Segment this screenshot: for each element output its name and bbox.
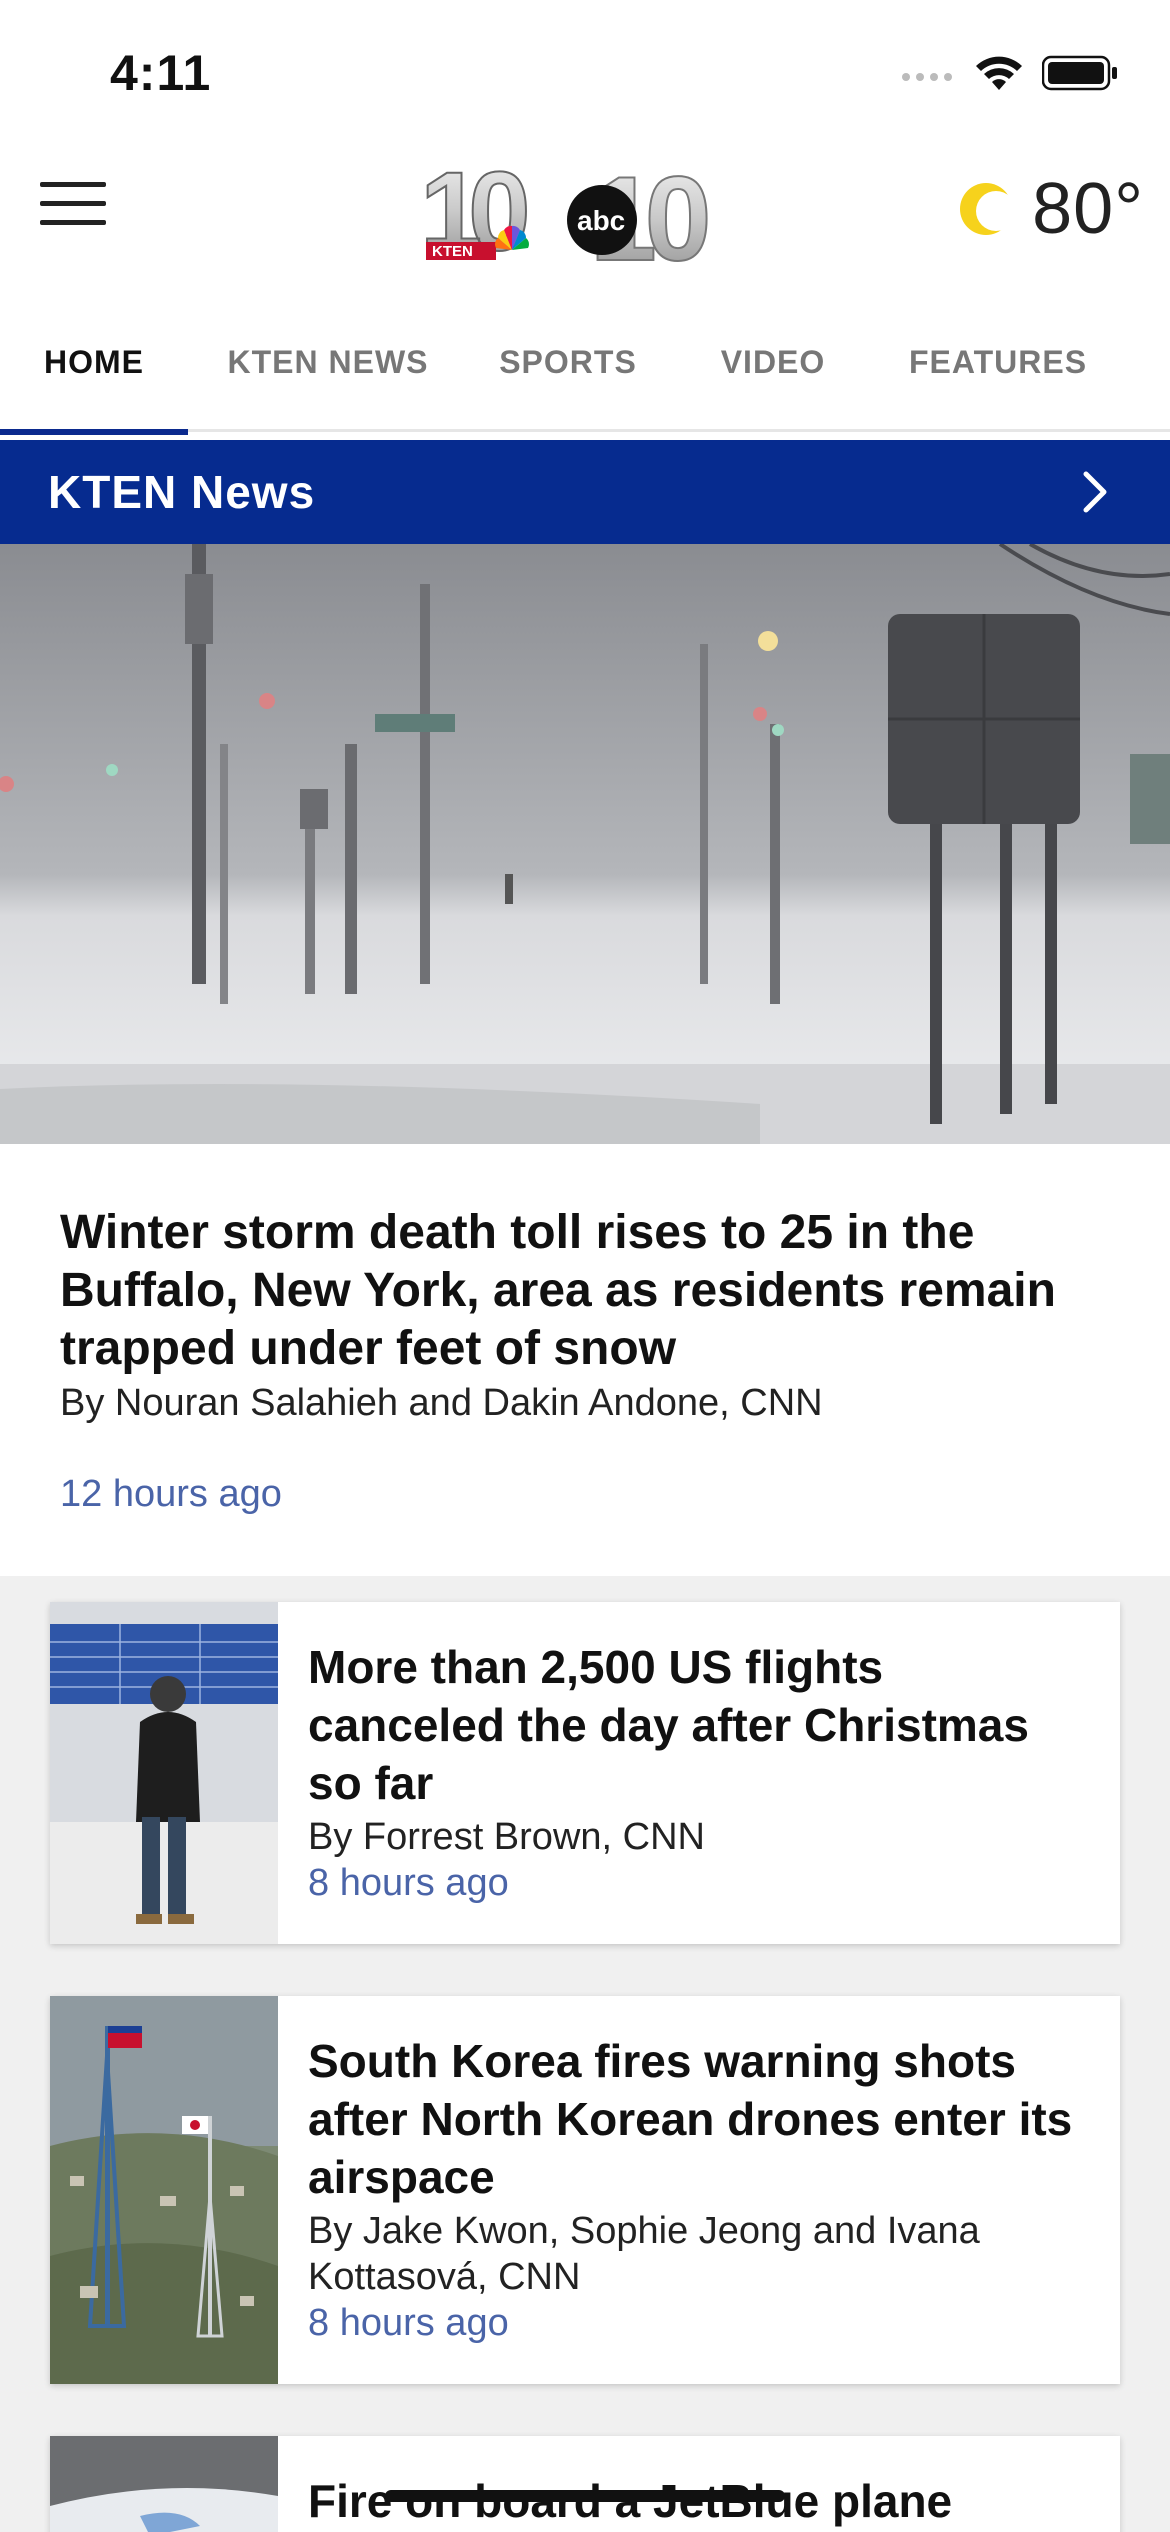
tab-video[interactable]: VIDEO (668, 292, 878, 432)
article-thumbnail (50, 1602, 278, 1944)
section-tabs: HOME KTEN NEWS SPORTS VIDEO FEATURES (0, 292, 1170, 435)
article-thumbnail (50, 2436, 278, 2532)
article-timestamp: 8 hours ago (308, 2302, 509, 2344)
article-card[interactable]: More than 2,500 US flights canceled the … (50, 1602, 1120, 1944)
article-card[interactable]: Fire on board a JetBlue plane (50, 2436, 1120, 2532)
article-feed: More than 2,500 US flights canceled the … (0, 1576, 1170, 2532)
article-byline: By Forrest Brown, CNN (308, 1816, 705, 1858)
status-time: 4:11 (110, 45, 212, 101)
hero-byline: By Nouran Salahieh and Dakin Andone, CNN (60, 1382, 823, 1424)
status-icons (900, 54, 1118, 92)
tab-home[interactable]: HOME (0, 292, 188, 435)
tab-sports[interactable]: SPORTS (468, 292, 668, 432)
tab-features[interactable]: FEATURES (878, 292, 1118, 432)
hero-headline[interactable]: Winter storm death toll rises to 25 in t… (60, 1204, 1110, 1378)
hero-timestamp: 12 hours ago (60, 1473, 282, 1515)
article-timestamp: 8 hours ago (308, 1862, 509, 1904)
svg-text:KTEN: KTEN (432, 243, 473, 260)
article-card[interactable]: South Korea fires warning shots after No… (50, 1996, 1120, 2384)
article-headline[interactable]: South Korea fires warning shots after No… (308, 2032, 1090, 2206)
section-title: KTEN News (48, 466, 316, 518)
tab-kten-news[interactable]: KTEN NEWS (188, 292, 468, 432)
home-indicator[interactable] (385, 2490, 785, 2502)
chevron-right-icon (1083, 471, 1107, 513)
cellular-signal-icon (902, 73, 952, 81)
section-header-kten-news[interactable]: KTEN News (0, 440, 1170, 544)
app-header: 10 10 KTEN abc 80° (0, 140, 1170, 276)
svg-text:abc: abc (577, 205, 625, 236)
article-thumbnail (50, 1996, 278, 2384)
hero-image[interactable] (0, 544, 1170, 1144)
menu-button[interactable] (40, 182, 106, 228)
hero-article[interactable]: Winter storm death toll rises to 25 in t… (0, 1144, 1170, 1576)
wifi-icon (976, 56, 1022, 90)
station-logo[interactable]: 10 10 KTEN abc (420, 150, 750, 270)
partly-cloudy-icon (960, 183, 1017, 235)
status-bar: 4:11 (0, 0, 1170, 140)
article-headline[interactable]: More than 2,500 US flights canceled the … (308, 1638, 1090, 1812)
menu-icon (40, 182, 106, 187)
article-byline: By Jake Kwon, Sophie Jeong and Ivana Kot… (308, 2210, 980, 2298)
weather-temperature: 80° (1032, 169, 1144, 249)
battery-icon (1042, 55, 1117, 91)
weather-widget[interactable]: 80° (958, 168, 1144, 250)
